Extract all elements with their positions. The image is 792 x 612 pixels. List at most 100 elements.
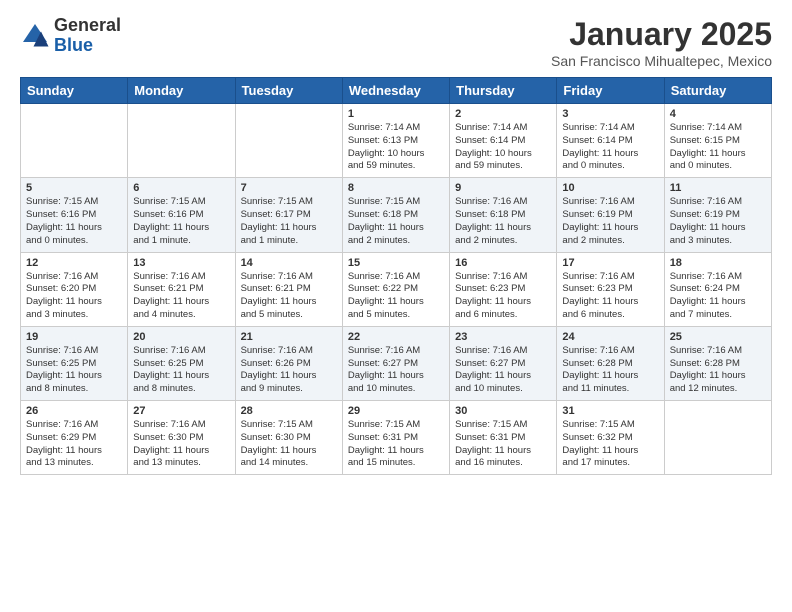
logo-icon bbox=[20, 21, 50, 51]
day-cell: 22 Sunrise: 7:16 AM Sunset: 6:27 PM Dayli… bbox=[342, 326, 449, 400]
logo-blue: Blue bbox=[54, 36, 121, 56]
day-number: 6 bbox=[133, 182, 229, 194]
header-wednesday: Wednesday bbox=[342, 78, 449, 104]
day-info: Sunrise: 7:16 AM Sunset: 6:27 PM Dayligh… bbox=[455, 345, 551, 396]
day-number: 27 bbox=[133, 405, 229, 417]
day-number: 20 bbox=[133, 331, 229, 343]
day-info: Sunrise: 7:14 AM Sunset: 6:14 PM Dayligh… bbox=[455, 122, 551, 173]
day-info: Sunrise: 7:15 AM Sunset: 6:16 PM Dayligh… bbox=[133, 196, 229, 247]
day-info: Sunrise: 7:16 AM Sunset: 6:28 PM Dayligh… bbox=[670, 345, 766, 396]
day-info: Sunrise: 7:14 AM Sunset: 6:15 PM Dayligh… bbox=[670, 122, 766, 173]
day-cell: 7Sunrise: 7:15 AM Sunset: 6:17 PM Daylig… bbox=[235, 178, 342, 252]
month-title: January 2025 bbox=[551, 16, 772, 53]
day-info: Sunrise: 7:16 AM Sunset: 6:22 PM Dayligh… bbox=[348, 271, 444, 322]
day-cell bbox=[664, 401, 771, 475]
day-number: 15 bbox=[348, 257, 444, 269]
day-number: 30 bbox=[455, 405, 551, 417]
title-block: January 2025 San Francisco Mihualtepec, … bbox=[551, 16, 772, 69]
logo-general: General bbox=[54, 16, 121, 36]
day-info: Sunrise: 7:16 AM Sunset: 6:25 PM Dayligh… bbox=[133, 345, 229, 396]
week-row-0: 1Sunrise: 7:14 AM Sunset: 6:13 PM Daylig… bbox=[21, 104, 772, 178]
day-number: 10 bbox=[562, 182, 658, 194]
day-info: Sunrise: 7:15 AM Sunset: 6:30 PM Dayligh… bbox=[241, 419, 337, 470]
day-cell: 13 Sunrise: 7:16 AM Sunset: 6:21 PM Dayli… bbox=[128, 252, 235, 326]
day-cell: 23 Sunrise: 7:16 AM Sunset: 6:27 PM Dayli… bbox=[450, 326, 557, 400]
day-info: Sunrise: 7:15 AM Sunset: 6:31 PM Dayligh… bbox=[348, 419, 444, 470]
day-number: 11 bbox=[670, 182, 766, 194]
day-info: Sunrise: 7:16 AM Sunset: 6:28 PM Dayligh… bbox=[562, 345, 658, 396]
day-cell: 10 Sunrise: 7:16 AM Sunset: 6:19 PM Dayli… bbox=[557, 178, 664, 252]
day-number: 9 bbox=[455, 182, 551, 194]
day-info: Sunrise: 7:16 AM Sunset: 6:21 PM Dayligh… bbox=[133, 271, 229, 322]
day-cell: 9 Sunrise: 7:16 AM Sunset: 6:18 PM Daylig… bbox=[450, 178, 557, 252]
day-info: Sunrise: 7:16 AM Sunset: 6:18 PM Dayligh… bbox=[455, 196, 551, 247]
day-cell: 15 Sunrise: 7:16 AM Sunset: 6:22 PM Dayli… bbox=[342, 252, 449, 326]
day-number: 12 bbox=[26, 257, 122, 269]
day-info: Sunrise: 7:16 AM Sunset: 6:19 PM Dayligh… bbox=[562, 196, 658, 247]
day-info: Sunrise: 7:16 AM Sunset: 6:23 PM Dayligh… bbox=[455, 271, 551, 322]
day-number: 13 bbox=[133, 257, 229, 269]
subtitle: San Francisco Mihualtepec, Mexico bbox=[551, 53, 772, 69]
day-number: 26 bbox=[26, 405, 122, 417]
day-number: 28 bbox=[241, 405, 337, 417]
page: General Blue January 2025 San Francisco … bbox=[0, 0, 792, 485]
day-cell: 12Sunrise: 7:16 AM Sunset: 6:20 PM Dayli… bbox=[21, 252, 128, 326]
day-cell: 11 Sunrise: 7:16 AM Sunset: 6:19 PM Dayli… bbox=[664, 178, 771, 252]
day-number: 8 bbox=[348, 182, 444, 194]
day-cell: 16 Sunrise: 7:16 AM Sunset: 6:23 PM Dayli… bbox=[450, 252, 557, 326]
day-cell bbox=[21, 104, 128, 178]
day-info: Sunrise: 7:15 AM Sunset: 6:32 PM Dayligh… bbox=[562, 419, 658, 470]
day-info: Sunrise: 7:16 AM Sunset: 6:30 PM Dayligh… bbox=[133, 419, 229, 470]
day-cell: 2 Sunrise: 7:14 AM Sunset: 6:14 PM Daylig… bbox=[450, 104, 557, 178]
logo: General Blue bbox=[20, 16, 121, 56]
header-thursday: Thursday bbox=[450, 78, 557, 104]
week-row-3: 19 Sunrise: 7:16 AM Sunset: 6:25 PM Dayli… bbox=[21, 326, 772, 400]
day-number: 16 bbox=[455, 257, 551, 269]
day-cell: 28 Sunrise: 7:15 AM Sunset: 6:30 PM Dayli… bbox=[235, 401, 342, 475]
header-tuesday: Tuesday bbox=[235, 78, 342, 104]
day-cell: 29 Sunrise: 7:15 AM Sunset: 6:31 PM Dayli… bbox=[342, 401, 449, 475]
day-number: 17 bbox=[562, 257, 658, 269]
day-cell: 5Sunrise: 7:15 AM Sunset: 6:16 PM Daylig… bbox=[21, 178, 128, 252]
day-cell bbox=[235, 104, 342, 178]
header: General Blue January 2025 San Francisco … bbox=[20, 16, 772, 69]
day-number: 23 bbox=[455, 331, 551, 343]
header-saturday: Saturday bbox=[664, 78, 771, 104]
day-cell: 24 Sunrise: 7:16 AM Sunset: 6:28 PM Dayli… bbox=[557, 326, 664, 400]
day-cell: 18Sunrise: 7:16 AM Sunset: 6:24 PM Dayli… bbox=[664, 252, 771, 326]
day-cell: 19 Sunrise: 7:16 AM Sunset: 6:25 PM Dayli… bbox=[21, 326, 128, 400]
header-friday: Friday bbox=[557, 78, 664, 104]
day-info: Sunrise: 7:16 AM Sunset: 6:19 PM Dayligh… bbox=[670, 196, 766, 247]
day-cell bbox=[128, 104, 235, 178]
day-info: Sunrise: 7:15 AM Sunset: 6:17 PM Dayligh… bbox=[241, 196, 337, 247]
day-number: 29 bbox=[348, 405, 444, 417]
day-number: 14 bbox=[241, 257, 337, 269]
day-cell: 4 Sunrise: 7:14 AM Sunset: 6:15 PM Daylig… bbox=[664, 104, 771, 178]
calendar-table: SundayMondayTuesdayWednesdayThursdayFrid… bbox=[20, 77, 772, 475]
day-cell: 25Sunrise: 7:16 AM Sunset: 6:28 PM Dayli… bbox=[664, 326, 771, 400]
day-number: 4 bbox=[670, 108, 766, 120]
day-info: Sunrise: 7:15 AM Sunset: 6:16 PM Dayligh… bbox=[26, 196, 122, 247]
day-number: 18 bbox=[670, 257, 766, 269]
day-number: 1 bbox=[348, 108, 444, 120]
day-number: 2 bbox=[455, 108, 551, 120]
day-cell: 20 Sunrise: 7:16 AM Sunset: 6:25 PM Dayli… bbox=[128, 326, 235, 400]
day-number: 24 bbox=[562, 331, 658, 343]
day-info: Sunrise: 7:16 AM Sunset: 6:27 PM Dayligh… bbox=[348, 345, 444, 396]
day-cell: 31Sunrise: 7:15 AM Sunset: 6:32 PM Dayli… bbox=[557, 401, 664, 475]
day-cell: 1Sunrise: 7:14 AM Sunset: 6:13 PM Daylig… bbox=[342, 104, 449, 178]
day-cell: 3Sunrise: 7:14 AM Sunset: 6:14 PM Daylig… bbox=[557, 104, 664, 178]
day-number: 22 bbox=[348, 331, 444, 343]
day-info: Sunrise: 7:14 AM Sunset: 6:14 PM Dayligh… bbox=[562, 122, 658, 173]
day-cell: 21Sunrise: 7:16 AM Sunset: 6:26 PM Dayli… bbox=[235, 326, 342, 400]
day-number: 19 bbox=[26, 331, 122, 343]
day-cell: 14Sunrise: 7:16 AM Sunset: 6:21 PM Dayli… bbox=[235, 252, 342, 326]
week-row-1: 5Sunrise: 7:15 AM Sunset: 6:16 PM Daylig… bbox=[21, 178, 772, 252]
week-row-2: 12Sunrise: 7:16 AM Sunset: 6:20 PM Dayli… bbox=[21, 252, 772, 326]
day-info: Sunrise: 7:16 AM Sunset: 6:25 PM Dayligh… bbox=[26, 345, 122, 396]
header-monday: Monday bbox=[128, 78, 235, 104]
header-sunday: Sunday bbox=[21, 78, 128, 104]
day-cell: 6 Sunrise: 7:15 AM Sunset: 6:16 PM Daylig… bbox=[128, 178, 235, 252]
day-cell: 26Sunrise: 7:16 AM Sunset: 6:29 PM Dayli… bbox=[21, 401, 128, 475]
day-cell: 27 Sunrise: 7:16 AM Sunset: 6:30 PM Dayli… bbox=[128, 401, 235, 475]
